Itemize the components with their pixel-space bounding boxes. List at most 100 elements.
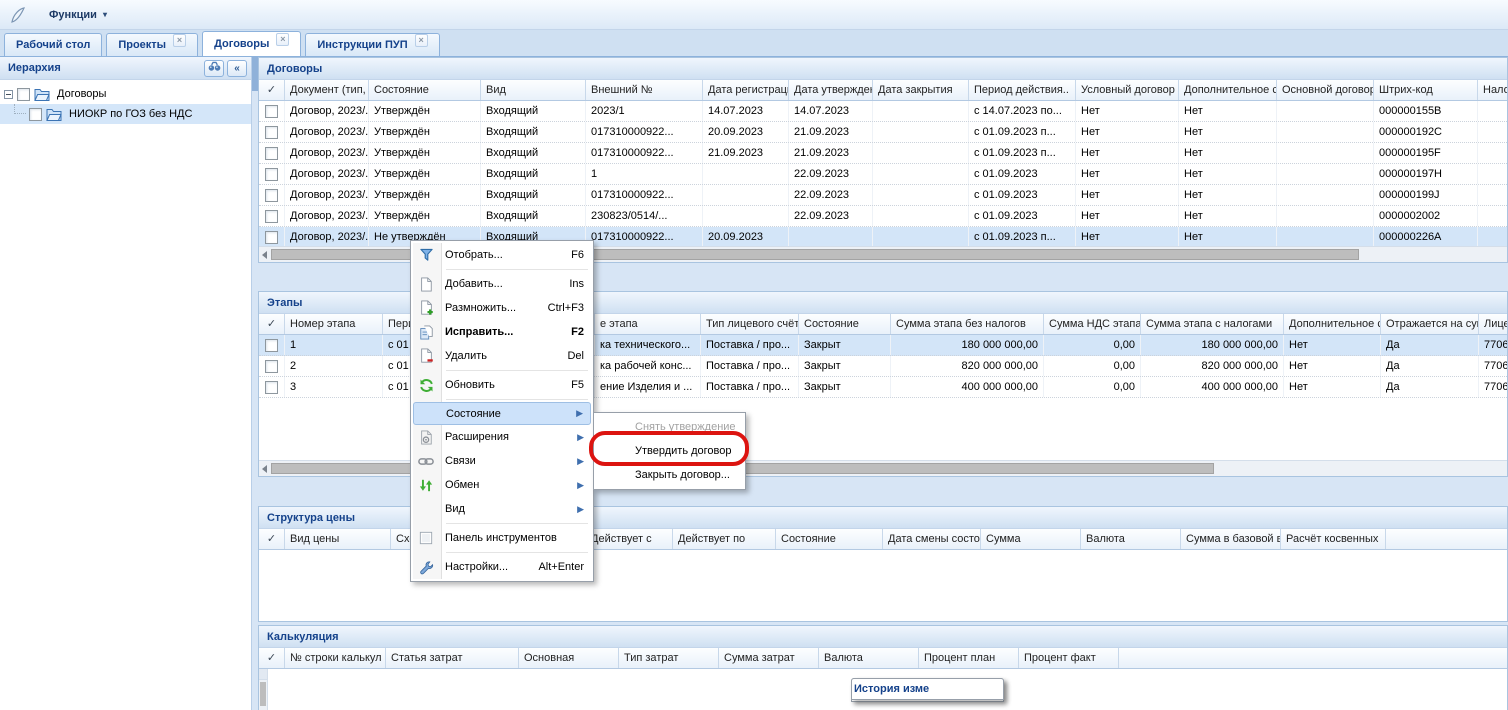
menubar-item[interactable]: Функции▾ <box>38 5 132 25</box>
column-header[interactable]: Дата регистрации. <box>703 80 789 100</box>
menu-item[interactable]: Связи▶ <box>413 449 591 473</box>
column-header[interactable]: Основной договор <box>1277 80 1374 100</box>
column-header[interactable]: е этапа <box>595 314 701 334</box>
table-row[interactable]: Договор, 2023/...УтверждёнВходящий017310… <box>259 185 1507 206</box>
column-header[interactable]: Нало <box>1478 80 1507 100</box>
column-header[interactable]: Действует с <box>586 529 673 549</box>
tab[interactable]: История изме <box>851 678 1004 700</box>
cell: Нет <box>1076 122 1179 142</box>
column-header[interactable]: Сумма <box>981 529 1081 549</box>
cell: 820 000 000,00 <box>891 356 1044 376</box>
column-header[interactable]: Дата смены состоя <box>883 529 981 549</box>
menu-item[interactable]: Исправить...F2 <box>413 320 591 344</box>
menu-item[interactable]: Расширения▶ <box>413 425 591 449</box>
column-header[interactable]: Основная <box>519 648 619 668</box>
close-icon[interactable]: × <box>415 34 428 47</box>
column-header[interactable]: Действует по <box>673 529 776 549</box>
column-header[interactable]: Лице <box>1479 314 1507 334</box>
row-checkbox[interactable] <box>265 189 278 202</box>
tab[interactable]: Проекты× <box>106 33 198 56</box>
row-checkbox[interactable] <box>265 231 278 244</box>
row-checkbox[interactable] <box>265 210 278 223</box>
menu-item[interactable]: ОбновитьF5 <box>413 373 591 397</box>
column-header[interactable]: Валюта <box>1081 529 1181 549</box>
column-header[interactable]: Состояние <box>369 80 481 100</box>
column-header[interactable]: Статья затрат <box>386 648 519 668</box>
column-header[interactable]: Штрих-код <box>1374 80 1478 100</box>
column-header[interactable]: Процент план <box>919 648 1019 668</box>
menu-item[interactable]: Обмен▶ <box>413 473 591 497</box>
close-icon[interactable]: × <box>276 33 289 46</box>
tree-checkbox[interactable] <box>29 108 42 121</box>
column-header[interactable]: Сумма НДС этапа <box>1044 314 1141 334</box>
column-header[interactable]: Вид <box>481 80 586 100</box>
column-header[interactable]: Сумма этапа с налогами <box>1141 314 1284 334</box>
row-checkbox[interactable] <box>265 360 278 373</box>
row-checkbox[interactable] <box>265 168 278 181</box>
column-header[interactable]: Документ (тип, № <box>285 80 369 100</box>
tree-checkbox[interactable] <box>17 88 30 101</box>
column-header[interactable]: Дата закрытия <box>873 80 969 100</box>
row-checkbox[interactable] <box>265 339 278 352</box>
scrollbar-thumb[interactable] <box>260 682 266 706</box>
row-checkbox[interactable] <box>265 126 278 139</box>
column-header[interactable]: Отражается на сум <box>1381 314 1479 334</box>
column-header[interactable]: Процент факт <box>1019 648 1119 668</box>
table-row[interactable]: Договор, 2023/...УтверждёнВходящий017310… <box>259 122 1507 143</box>
column-header[interactable]: Период действия.. <box>969 80 1076 100</box>
collapse-sidebar-button[interactable]: « <box>227 60 247 77</box>
sidebar-header: Иерархия « <box>0 57 251 80</box>
table-row[interactable]: Договор, 2023/...УтверждёнВходящий230823… <box>259 206 1507 227</box>
column-header[interactable]: Дополнительное с <box>1284 314 1381 334</box>
row-checkbox[interactable] <box>265 381 278 394</box>
menu-item[interactable]: Добавить...Ins <box>413 272 591 296</box>
column-header[interactable]: Внешний № <box>586 80 703 100</box>
column-header[interactable]: ✓ <box>259 648 285 668</box>
menu-item[interactable]: Состояние▶ <box>413 402 591 425</box>
menu-item[interactable]: Размножить...Ctrl+F3 <box>413 296 591 320</box>
cell <box>703 164 789 184</box>
column-header[interactable]: Номер этапа <box>285 314 383 334</box>
column-header[interactable]: Вид цены <box>285 529 391 549</box>
scroll-up-arrow-icon[interactable] <box>259 669 267 680</box>
menu-item[interactable]: Настройки...Alt+Enter <box>413 555 591 579</box>
column-header[interactable]: Тип лицевого счёт <box>701 314 799 334</box>
column-header[interactable]: Условный договор <box>1076 80 1179 100</box>
menu-item[interactable]: Панель инструментов <box>413 526 591 550</box>
column-header[interactable]: Состояние <box>799 314 891 334</box>
column-header[interactable]: Состояние <box>776 529 883 549</box>
tab[interactable]: Рабочий стол <box>4 33 102 56</box>
menu-item[interactable]: УдалитьDel <box>413 344 591 368</box>
column-header[interactable]: Дополнительное с <box>1179 80 1277 100</box>
column-header[interactable]: Дата утверждения <box>789 80 873 100</box>
scroll-left-arrow-icon[interactable] <box>262 465 267 473</box>
search-button[interactable] <box>204 60 224 77</box>
column-header[interactable]: ✓ <box>259 314 285 334</box>
column-header[interactable]: Сумма этапа без налогов <box>891 314 1044 334</box>
column-header[interactable]: Тип затрат <box>619 648 719 668</box>
tree-item[interactable]: НИОКР по ГОЗ без НДС <box>0 104 251 124</box>
tab[interactable]: Договоры× <box>202 31 301 56</box>
scroll-left-arrow-icon[interactable] <box>262 251 267 259</box>
column-header[interactable]: Сумма затрат <box>719 648 819 668</box>
menu-item[interactable]: Вид▶ <box>413 497 591 521</box>
menu-item[interactable]: Закрыть договор... <box>596 463 743 487</box>
table-row[interactable]: Договор, 2023/...УтверждёнВходящий017310… <box>259 143 1507 164</box>
approve-contract-menu-item[interactable]: Утвердить договор <box>596 439 743 463</box>
column-header[interactable]: Расчёт косвенных <box>1281 529 1386 549</box>
expander-icon[interactable] <box>4 90 13 99</box>
table-row[interactable]: Договор, 2023/...УтверждёнВходящий122.09… <box>259 164 1507 185</box>
menu-item[interactable]: Отобрать...F6 <box>413 243 591 267</box>
column-header[interactable]: ✓ <box>259 529 285 549</box>
row-checkbox[interactable] <box>265 105 278 118</box>
column-header[interactable]: № строки калькул <box>285 648 386 668</box>
table-row[interactable]: Договор, 2023/...УтверждёнВходящий2023/1… <box>259 101 1507 122</box>
column-header[interactable]: ✓ <box>259 80 285 100</box>
vertical-scrollbar[interactable] <box>259 669 268 710</box>
column-header[interactable]: Валюта <box>819 648 919 668</box>
tree-item[interactable]: Договоры <box>0 84 251 104</box>
row-checkbox[interactable] <box>265 147 278 160</box>
tab[interactable]: Инструкции ПУП× <box>305 33 439 56</box>
close-icon[interactable]: × <box>173 34 186 47</box>
column-header[interactable]: Сумма в базовой в <box>1181 529 1281 549</box>
